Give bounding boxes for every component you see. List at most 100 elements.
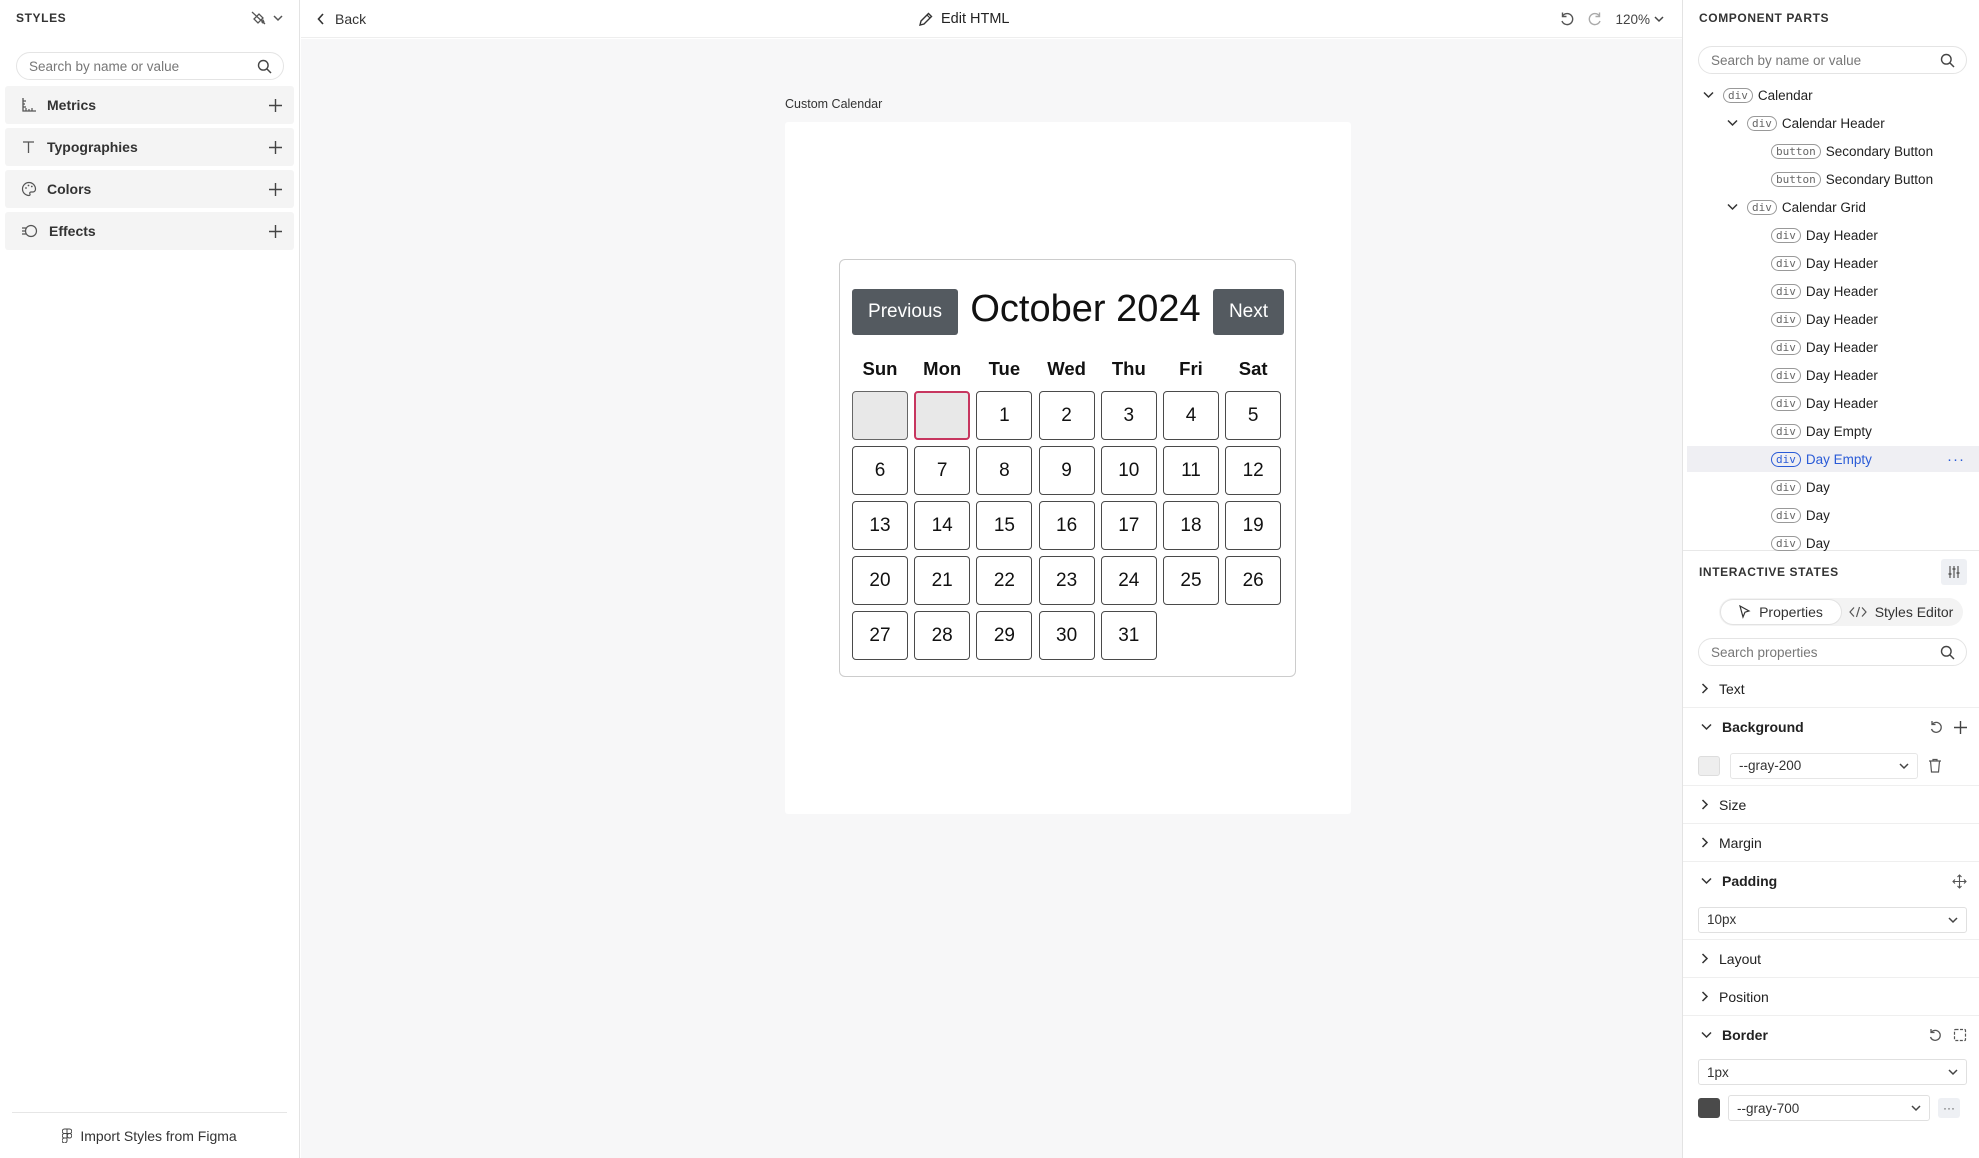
tree-node[interactable]: div Day Header: [1687, 390, 1979, 416]
styles-item-metrics[interactable]: Metrics: [5, 86, 294, 124]
tree-node[interactable]: div Day Header: [1687, 306, 1979, 332]
padding-select[interactable]: 10px: [1698, 906, 1967, 933]
day-cell[interactable]: 31: [1100, 611, 1157, 660]
chevron-down-icon[interactable]: [1701, 91, 1715, 99]
day-empty[interactable]: [852, 391, 908, 440]
tree-node[interactable]: div Day Header: [1687, 362, 1979, 388]
day-cell[interactable]: 27: [852, 611, 908, 660]
section-size[interactable]: Size: [1683, 786, 1979, 824]
border-color-swatch[interactable]: [1698, 1098, 1720, 1118]
section-background[interactable]: Background: [1683, 708, 1979, 746]
tree-node[interactable]: button Secondary Button: [1687, 138, 1979, 164]
section-text[interactable]: Text: [1683, 670, 1979, 708]
section-border[interactable]: Border: [1683, 1016, 1979, 1054]
import-figma-button[interactable]: Import Styles from Figma: [12, 1112, 287, 1158]
day-cell[interactable]: 29: [976, 611, 1033, 660]
paint-off-icon[interactable]: [250, 10, 267, 26]
day-cell[interactable]: 8: [976, 446, 1033, 495]
tree-node[interactable]: div Calendar Grid: [1687, 194, 1979, 220]
border-box-icon[interactable]: [1953, 1028, 1967, 1042]
day-cell[interactable]: 17: [1100, 501, 1157, 550]
day-cell[interactable]: 3: [1100, 391, 1157, 440]
component-search-input[interactable]: Search by name or value: [1698, 46, 1967, 74]
day-cell[interactable]: 6: [852, 446, 908, 495]
background-swatch[interactable]: [1698, 755, 1720, 776]
reset-icon[interactable]: [1928, 1028, 1943, 1043]
section-padding[interactable]: Padding: [1683, 862, 1979, 900]
tab-properties[interactable]: Properties: [1721, 600, 1841, 624]
plus-icon[interactable]: [269, 140, 282, 154]
day-cell[interactable]: 16: [1038, 501, 1095, 550]
day-cell[interactable]: 18: [1163, 501, 1219, 550]
day-cell[interactable]: 7: [914, 446, 971, 495]
section-margin[interactable]: Margin: [1683, 824, 1979, 862]
day-cell[interactable]: 5: [1225, 391, 1282, 440]
sliders-icon[interactable]: [1941, 558, 1967, 585]
day-cell[interactable]: 10: [1100, 446, 1157, 495]
day-cell[interactable]: 21: [914, 556, 971, 605]
chevron-down-icon[interactable]: [1725, 203, 1739, 211]
day-cell[interactable]: 23: [1038, 556, 1095, 605]
next-button[interactable]: Next: [1213, 289, 1284, 335]
tab-styles-editor[interactable]: Styles Editor: [1841, 600, 1961, 624]
tree-node[interactable]: div Day Empty: [1687, 418, 1979, 444]
day-cell[interactable]: 12: [1225, 446, 1282, 495]
tree-node[interactable]: div Day: [1687, 474, 1979, 500]
tree-node[interactable]: div Calendar: [1687, 82, 1979, 108]
day-cell[interactable]: 11: [1163, 446, 1219, 495]
calendar[interactable]: Previous October 2024 Next Sun Mon Tue Wed T…: [839, 259, 1296, 677]
day-cell[interactable]: 9: [1038, 446, 1095, 495]
day-cell[interactable]: 2: [1038, 391, 1095, 440]
day-cell[interactable]: 14: [914, 501, 971, 550]
styles-item-effects[interactable]: Effects: [5, 212, 294, 250]
styles-item-colors[interactable]: Colors: [5, 170, 294, 208]
tree-node[interactable]: div Calendar Header: [1687, 110, 1979, 136]
trash-icon[interactable]: [1928, 758, 1942, 773]
tree-node[interactable]: div Day Header: [1687, 334, 1979, 360]
day-cell[interactable]: 13: [852, 501, 908, 550]
tree-node[interactable]: div Day Header: [1687, 222, 1979, 248]
day-cell[interactable]: 24: [1100, 556, 1157, 605]
previous-button[interactable]: Previous: [852, 289, 958, 335]
chevron-down-icon[interactable]: [1725, 119, 1739, 127]
expand-sides-icon[interactable]: [1952, 873, 1967, 889]
background-color-select[interactable]: --gray-200: [1730, 752, 1918, 779]
section-layout[interactable]: Layout: [1683, 940, 1979, 978]
plus-icon[interactable]: [269, 224, 282, 238]
tree-node[interactable]: div Day: [1687, 530, 1979, 556]
tree-node[interactable]: button Secondary Button: [1687, 166, 1979, 192]
edit-html-button[interactable]: Edit HTML: [918, 0, 1010, 38]
zoom-select[interactable]: 120%: [1615, 12, 1664, 27]
reset-icon[interactable]: [1929, 720, 1944, 735]
day-cell[interactable]: 30: [1038, 611, 1095, 660]
day-cell[interactable]: 15: [976, 501, 1033, 550]
day-cell[interactable]: 19: [1225, 501, 1282, 550]
plus-icon[interactable]: [269, 182, 282, 196]
day-cell[interactable]: 22: [976, 556, 1033, 605]
more-icon[interactable]: ···: [1947, 451, 1965, 468]
day-cell[interactable]: 28: [914, 611, 971, 660]
border-width-select[interactable]: 1px: [1698, 1059, 1967, 1085]
redo-icon[interactable]: [1587, 11, 1603, 27]
plus-icon[interactable]: [1954, 720, 1967, 734]
tree-node[interactable]: div Day Header: [1687, 278, 1979, 304]
tree-node[interactable]: div Day: [1687, 502, 1979, 528]
back-button[interactable]: Back: [317, 0, 366, 38]
tree-node[interactable]: div Day Empty ···: [1687, 446, 1979, 472]
day-cell[interactable]: 1: [976, 391, 1033, 440]
day-cell[interactable]: 4: [1163, 391, 1219, 440]
day-cell[interactable]: 20: [852, 556, 908, 605]
day-empty[interactable]: [914, 391, 971, 440]
styles-panel-header-actions[interactable]: [250, 10, 283, 26]
styles-search-input[interactable]: Search by name or value: [16, 52, 284, 80]
properties-search-input[interactable]: Search properties: [1698, 638, 1967, 666]
styles-item-typographies[interactable]: Typographies: [5, 128, 294, 166]
more-icon[interactable]: ···: [1938, 1098, 1960, 1118]
plus-icon[interactable]: [269, 98, 282, 112]
undo-icon[interactable]: [1559, 11, 1575, 27]
border-color-select[interactable]: --gray-700: [1728, 1095, 1930, 1121]
chevron-down-icon[interactable]: [273, 14, 283, 22]
day-cell[interactable]: 25: [1163, 556, 1219, 605]
section-position[interactable]: Position: [1683, 978, 1979, 1016]
day-cell[interactable]: 26: [1225, 556, 1282, 605]
